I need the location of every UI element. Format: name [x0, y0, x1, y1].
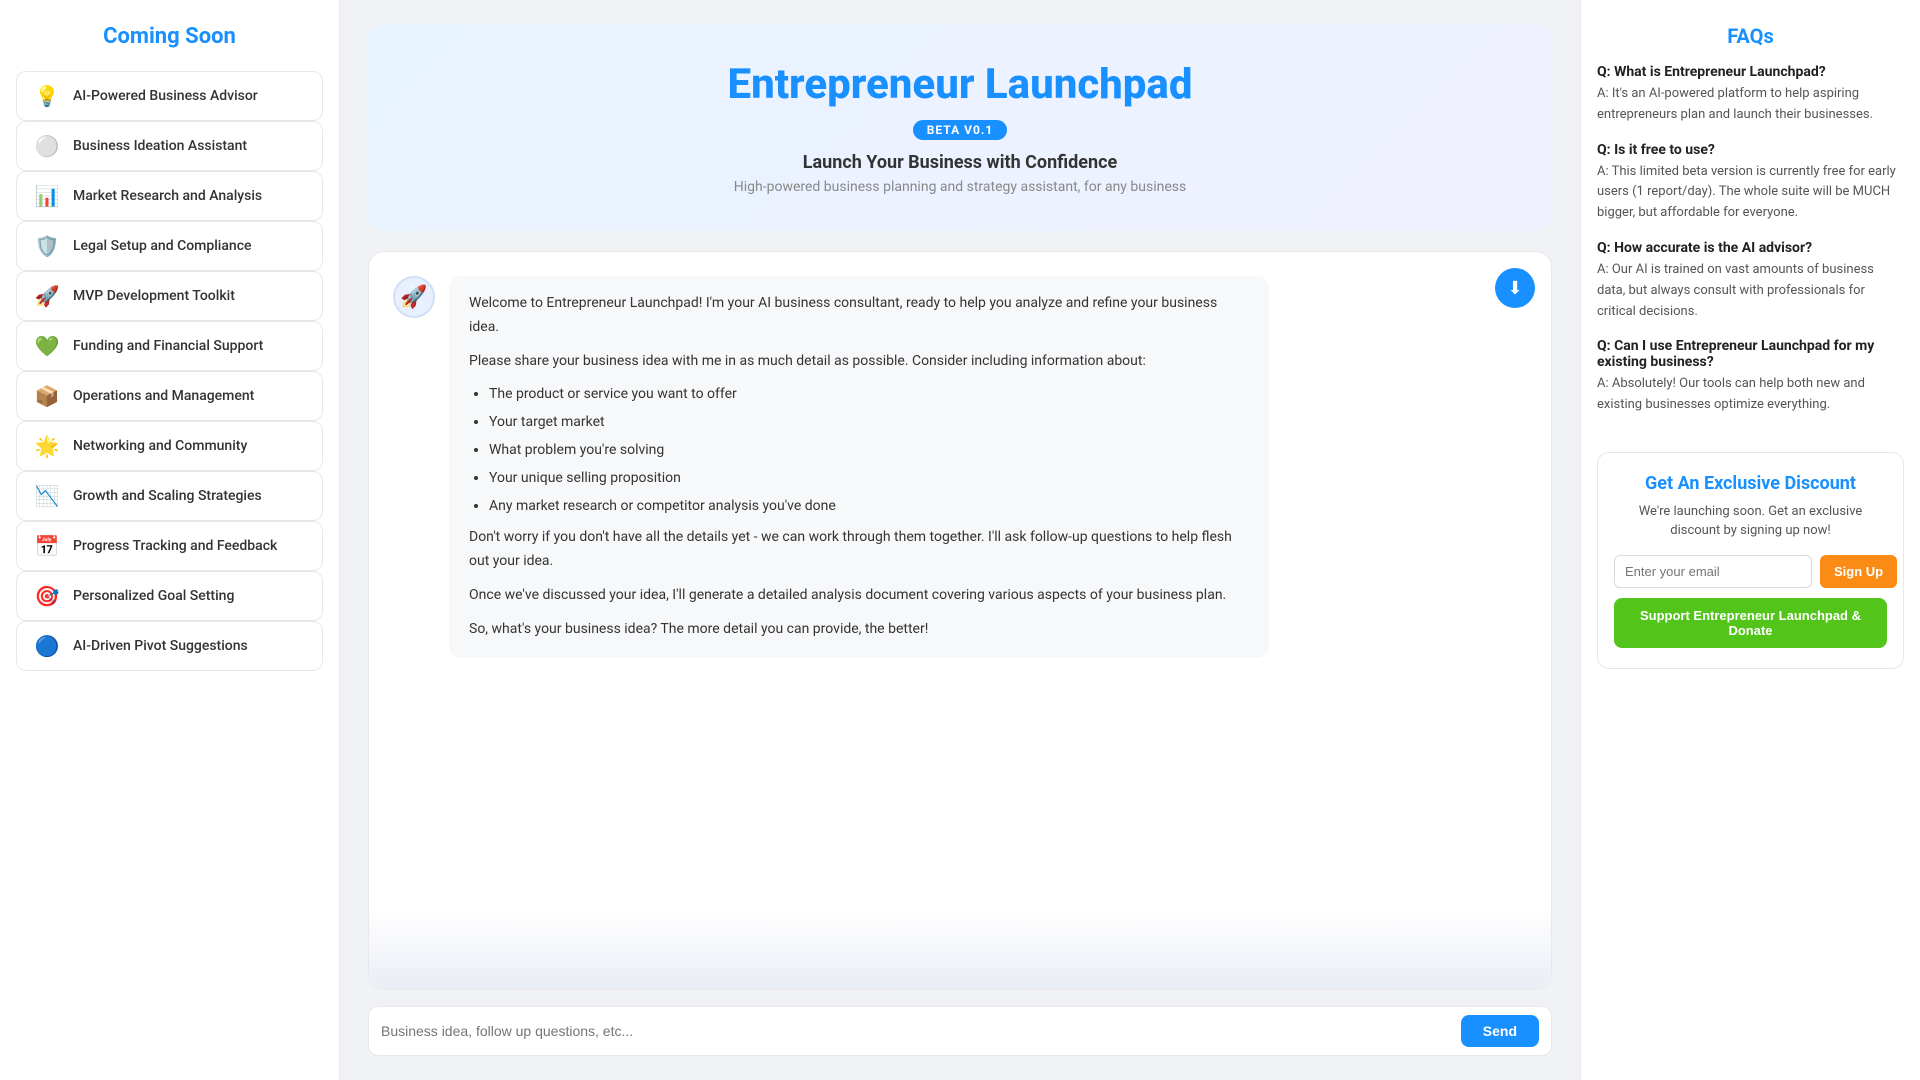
sidebar-icon-progress: 📅 [33, 534, 61, 558]
sidebar-icon-funding: 💚 [33, 334, 61, 358]
sidebar-label-operations: Operations and Management [73, 388, 254, 404]
sidebar-item-mvp-toolkit[interactable]: 🚀 MVP Development Toolkit [16, 271, 323, 321]
input-bar: Send [368, 1006, 1552, 1056]
faq-item-1: Q: Is it free to use? A: This limited be… [1597, 142, 1904, 224]
sidebar-icon-operations: 📦 [33, 384, 61, 408]
hero-section: Entrepreneur Launchpad BETA V0.1 Launch … [368, 24, 1552, 231]
email-row: Sign Up [1614, 555, 1887, 588]
sidebar-item-progress[interactable]: 📅 Progress Tracking and Feedback [16, 521, 323, 571]
faq-question-0: Q: What is Entrepreneur Launchpad? [1597, 64, 1904, 80]
beta-badge: BETA V0.1 [913, 120, 1007, 140]
chat-container: ⬇ 🚀 Welcome to Entrepreneur Launchpad! I… [368, 251, 1552, 990]
sidebar-label-market-research: Market Research and Analysis [73, 188, 262, 204]
download-button[interactable]: ⬇ [1495, 268, 1535, 308]
message-content: Welcome to Entrepreneur Launchpad! I'm y… [449, 276, 1269, 658]
sidebar-label-mvp-toolkit: MVP Development Toolkit [73, 288, 235, 304]
sidebar-label-progress: Progress Tracking and Feedback [73, 538, 277, 554]
faq-answer-3: A: Absolutely! Our tools can help both n… [1597, 374, 1904, 416]
hero-description: High-powered business planning and strat… [392, 179, 1528, 195]
sidebar-item-operations[interactable]: 📦 Operations and Management [16, 371, 323, 421]
msg-line-3: Don't worry if you don't have all the de… [469, 526, 1249, 574]
email-input[interactable] [1614, 555, 1812, 588]
discount-section: Get An Exclusive Discount We're launchin… [1597, 452, 1904, 669]
sidebar-label-business-ideation: Business Ideation Assistant [73, 138, 247, 154]
sidebar-label-growth: Growth and Scaling Strategies [73, 488, 262, 504]
sidebar-label-pivot: AI-Driven Pivot Suggestions [73, 638, 248, 654]
faq-section: FAQs Q: What is Entrepreneur Launchpad? … [1597, 24, 1904, 432]
avatar-icon: 🚀 [400, 285, 427, 310]
faq-title: FAQs [1597, 24, 1904, 48]
faq-item-3: Q: Can I use Entrepreneur Launchpad for … [1597, 338, 1904, 416]
msg-line-4: Once we've discussed your idea, I'll gen… [469, 584, 1249, 608]
right-sidebar: FAQs Q: What is Entrepreneur Launchpad? … [1580, 0, 1920, 1080]
left-sidebar: Coming Soon 💡 AI-Powered Business Adviso… [0, 0, 340, 1080]
sidebar-item-legal-setup[interactable]: 🛡️ Legal Setup and Compliance [16, 221, 323, 271]
sidebar-item-networking[interactable]: 🌟 Networking and Community [16, 421, 323, 471]
faq-answer-2: A: Our AI is trained on vast amounts of … [1597, 260, 1904, 322]
chat-bullet-list: The product or service you want to offer… [489, 383, 1249, 518]
bullet-item-1: Your target market [489, 411, 1249, 435]
bullet-item-4: Any market research or competitor analys… [489, 495, 1249, 519]
sidebar-icon-pivot: 🔵 [33, 634, 61, 658]
donate-button[interactable]: Support Entrepreneur Launchpad & Donate [1614, 598, 1887, 648]
msg-line-1: Welcome to Entrepreneur Launchpad! I'm y… [469, 292, 1249, 340]
avatar: 🚀 [393, 276, 435, 318]
chat-input[interactable] [381, 1015, 1451, 1047]
sidebar-label-legal-setup: Legal Setup and Compliance [73, 238, 252, 254]
faq-answer-0: A: It's an AI-powered platform to help a… [1597, 84, 1904, 126]
bullet-item-3: Your unique selling proposition [489, 467, 1249, 491]
sidebar-item-pivot[interactable]: 🔵 AI-Driven Pivot Suggestions [16, 621, 323, 671]
hero-title: Entrepreneur Launchpad [392, 60, 1528, 109]
faq-question-1: Q: Is it free to use? [1597, 142, 1904, 158]
msg-line-2: Please share your business idea with me … [469, 350, 1249, 374]
sidebar-icon-business-ideation: ⚪ [33, 134, 61, 158]
send-button[interactable]: Send [1461, 1015, 1539, 1047]
sidebar-icon-market-research: 📊 [33, 184, 61, 208]
sidebar-item-business-ideation[interactable]: ⚪ Business Ideation Assistant [16, 121, 323, 171]
sidebar-icon-networking: 🌟 [33, 434, 61, 458]
ai-message: 🚀 Welcome to Entrepreneur Launchpad! I'm… [393, 276, 1527, 658]
sidebar-item-goal-setting[interactable]: 🎯 Personalized Goal Setting [16, 571, 323, 621]
faq-question-3: Q: Can I use Entrepreneur Launchpad for … [1597, 338, 1904, 370]
sidebar-label-funding: Funding and Financial Support [73, 338, 263, 354]
sidebar-title: Coming Soon [16, 24, 323, 49]
discount-title: Get An Exclusive Discount [1614, 473, 1887, 494]
faq-answer-1: A: This limited beta version is currentl… [1597, 162, 1904, 224]
signup-button[interactable]: Sign Up [1820, 555, 1897, 588]
msg-line-5: So, what's your business idea? The more … [469, 618, 1249, 642]
sidebar-icon-mvp-toolkit: 🚀 [33, 284, 61, 308]
sidebar-icon-legal-setup: 🛡️ [33, 234, 61, 258]
chat-messages: 🚀 Welcome to Entrepreneur Launchpad! I'm… [369, 252, 1551, 909]
bullet-item-0: The product or service you want to offer [489, 383, 1249, 407]
sidebar-icon-goal-setting: 🎯 [33, 584, 61, 608]
sidebar-label-networking: Networking and Community [73, 438, 247, 454]
sidebar-icon-ai-advisor: 💡 [33, 84, 61, 108]
faq-item-2: Q: How accurate is the AI advisor? A: Ou… [1597, 240, 1904, 322]
sidebar-label-goal-setting: Personalized Goal Setting [73, 588, 234, 604]
faq-item-0: Q: What is Entrepreneur Launchpad? A: It… [1597, 64, 1904, 126]
sidebar-item-growth[interactable]: 📉 Growth and Scaling Strategies [16, 471, 323, 521]
main-content: Entrepreneur Launchpad BETA V0.1 Launch … [340, 0, 1580, 1080]
sidebar-item-funding[interactable]: 💚 Funding and Financial Support [16, 321, 323, 371]
sidebar-label-ai-advisor: AI-Powered Business Advisor [73, 88, 258, 104]
faq-question-2: Q: How accurate is the AI advisor? [1597, 240, 1904, 256]
sidebar-icon-growth: 📉 [33, 484, 61, 508]
chat-fade [369, 909, 1551, 989]
sidebar-item-ai-advisor[interactable]: 💡 AI-Powered Business Advisor [16, 71, 323, 121]
hero-subtitle: Launch Your Business with Confidence [392, 152, 1528, 173]
discount-description: We're launching soon. Get an exclusive d… [1614, 502, 1887, 541]
bullet-item-2: What problem you're solving [489, 439, 1249, 463]
sidebar-item-market-research[interactable]: 📊 Market Research and Analysis [16, 171, 323, 221]
faq-list: Q: What is Entrepreneur Launchpad? A: It… [1597, 64, 1904, 416]
